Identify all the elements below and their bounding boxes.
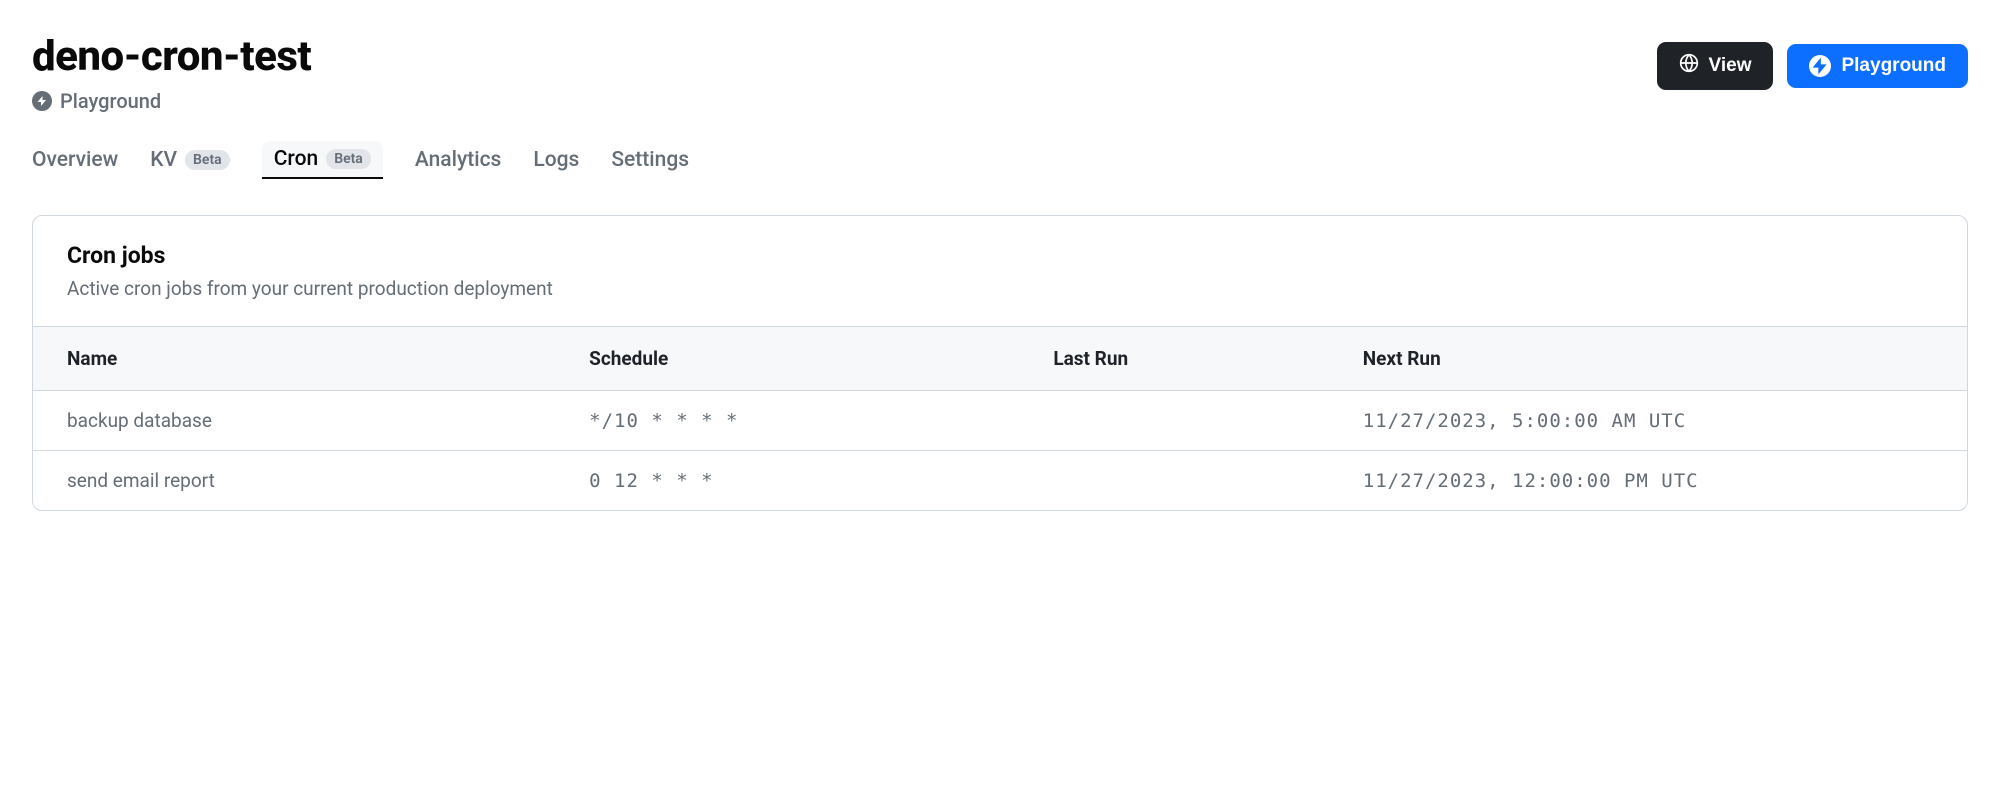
view-button-label: View bbox=[1709, 55, 1752, 77]
tab-overview[interactable]: Overview bbox=[32, 142, 118, 178]
tab-label: Settings bbox=[611, 148, 689, 172]
table-row: backup database */10 * * * * 11/27/2023,… bbox=[33, 391, 1967, 451]
cell-name: backup database bbox=[33, 391, 555, 451]
col-header-name: Name bbox=[33, 327, 555, 391]
title-block: deno-cron-test Playground bbox=[32, 32, 311, 113]
bolt-icon bbox=[32, 91, 52, 111]
tab-settings[interactable]: Settings bbox=[611, 142, 689, 178]
table-header-row: Name Schedule Last Run Next Run bbox=[33, 327, 1967, 391]
cell-name: send email report bbox=[33, 451, 555, 511]
beta-badge: Beta bbox=[326, 149, 371, 169]
project-type-row: Playground bbox=[32, 89, 311, 113]
bolt-icon bbox=[1809, 55, 1831, 77]
beta-badge: Beta bbox=[185, 150, 230, 170]
tab-label: Analytics bbox=[415, 148, 502, 172]
cron-table: Name Schedule Last Run Next Run backup d… bbox=[33, 326, 1967, 510]
tab-analytics[interactable]: Analytics bbox=[415, 142, 502, 178]
panel-description: Active cron jobs from your current produ… bbox=[67, 277, 1933, 300]
page-title: deno-cron-test bbox=[32, 32, 311, 81]
table-row: send email report 0 12 * * * 11/27/2023,… bbox=[33, 451, 1967, 511]
tabs: Overview KV Beta Cron Beta Analytics Log… bbox=[32, 141, 1968, 179]
cell-schedule: 0 12 * * * bbox=[555, 451, 1019, 511]
cell-lastrun bbox=[1019, 451, 1328, 511]
col-header-lastrun: Last Run bbox=[1019, 327, 1328, 391]
panel-header: Cron jobs Active cron jobs from your cur… bbox=[33, 216, 1967, 326]
tab-label: Overview bbox=[32, 148, 118, 172]
col-header-schedule: Schedule bbox=[555, 327, 1019, 391]
globe-icon bbox=[1679, 53, 1699, 79]
tab-cron[interactable]: Cron Beta bbox=[262, 141, 383, 179]
col-header-nextrun: Next Run bbox=[1329, 327, 1967, 391]
cell-nextrun: 11/27/2023, 5:00:00 AM UTC bbox=[1329, 391, 1967, 451]
cell-schedule: */10 * * * * bbox=[555, 391, 1019, 451]
tab-label: Cron bbox=[274, 147, 318, 171]
tab-label: Logs bbox=[533, 148, 579, 172]
tab-label: KV bbox=[150, 148, 177, 172]
playground-button[interactable]: Playground bbox=[1787, 44, 1968, 88]
tab-kv[interactable]: KV Beta bbox=[150, 142, 229, 178]
cell-nextrun: 11/27/2023, 12:00:00 PM UTC bbox=[1329, 451, 1967, 511]
playground-button-label: Playground bbox=[1841, 55, 1946, 77]
cron-panel: Cron jobs Active cron jobs from your cur… bbox=[32, 215, 1968, 511]
project-type-label: Playground bbox=[60, 89, 161, 113]
cell-lastrun bbox=[1019, 391, 1328, 451]
action-buttons: View Playground bbox=[1657, 42, 1968, 90]
view-button[interactable]: View bbox=[1657, 42, 1774, 90]
tab-logs[interactable]: Logs bbox=[533, 142, 579, 178]
panel-title: Cron jobs bbox=[67, 242, 1933, 269]
